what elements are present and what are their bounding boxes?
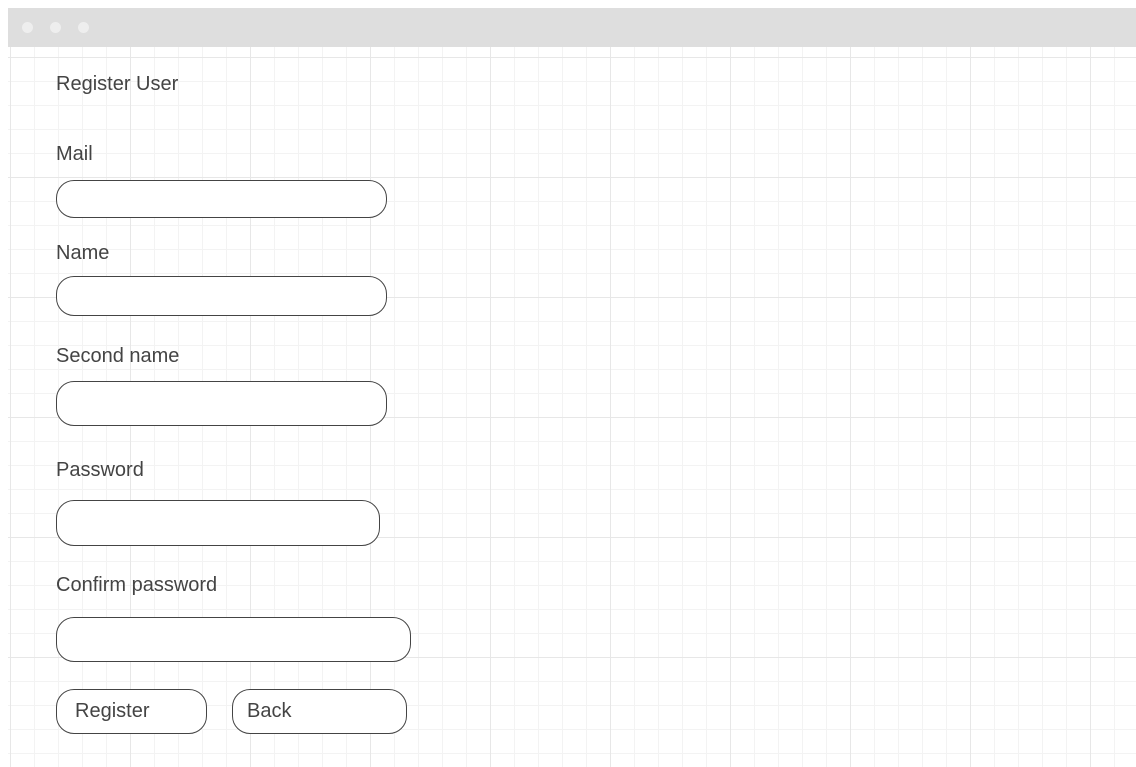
- window-titlebar: [8, 8, 1136, 47]
- mail-input[interactable]: [56, 180, 387, 218]
- page-title: Register User: [56, 73, 179, 95]
- close-window-dot-icon[interactable]: [22, 22, 33, 33]
- password-label: Password: [56, 459, 144, 481]
- register-button[interactable]: Register: [56, 689, 207, 734]
- confirm-password-input[interactable]: [56, 617, 411, 662]
- back-button[interactable]: Back: [232, 689, 407, 734]
- app-window: Register User Mail Name Second name Pass…: [8, 8, 1136, 767]
- second-name-label: Second name: [56, 345, 180, 367]
- minimize-window-dot-icon[interactable]: [50, 22, 61, 33]
- second-name-input[interactable]: [56, 381, 387, 426]
- form-canvas: Register User Mail Name Second name Pass…: [8, 47, 1136, 767]
- confirm-password-label: Confirm password: [56, 574, 218, 596]
- maximize-window-dot-icon[interactable]: [78, 22, 89, 33]
- name-label: Name: [56, 242, 110, 264]
- name-input[interactable]: [56, 276, 387, 316]
- mail-label: Mail: [56, 143, 93, 165]
- password-input[interactable]: [56, 500, 380, 546]
